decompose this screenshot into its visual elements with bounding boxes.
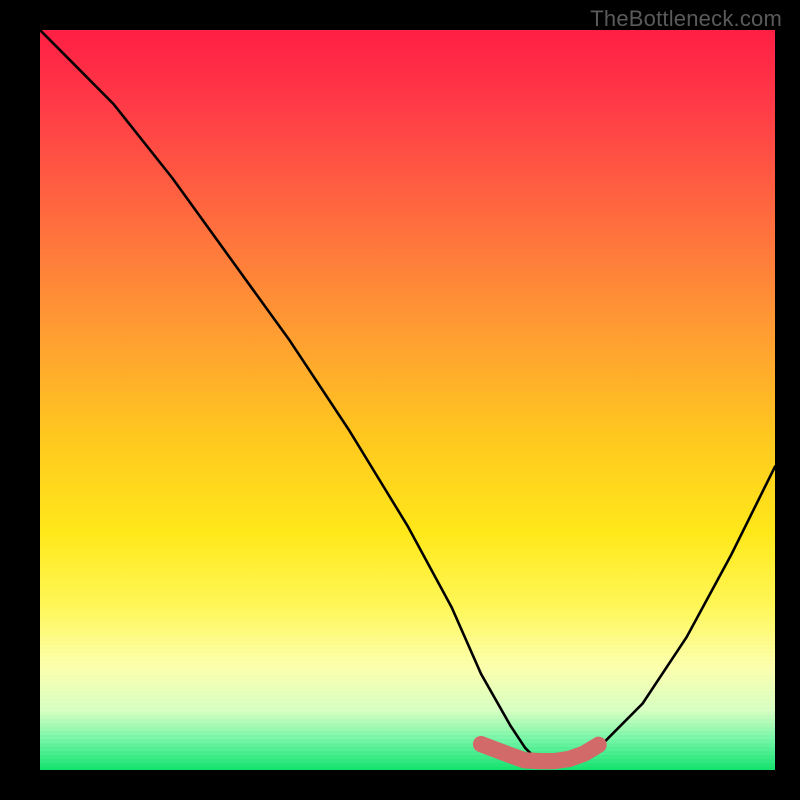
optimal-segment-path	[481, 744, 599, 761]
chart-svg	[40, 30, 775, 770]
bottleneck-curve-path	[40, 30, 775, 763]
chart-plot-area	[40, 30, 775, 770]
chart-frame: TheBottleneck.com	[0, 0, 800, 800]
watermark-text: TheBottleneck.com	[590, 6, 782, 32]
